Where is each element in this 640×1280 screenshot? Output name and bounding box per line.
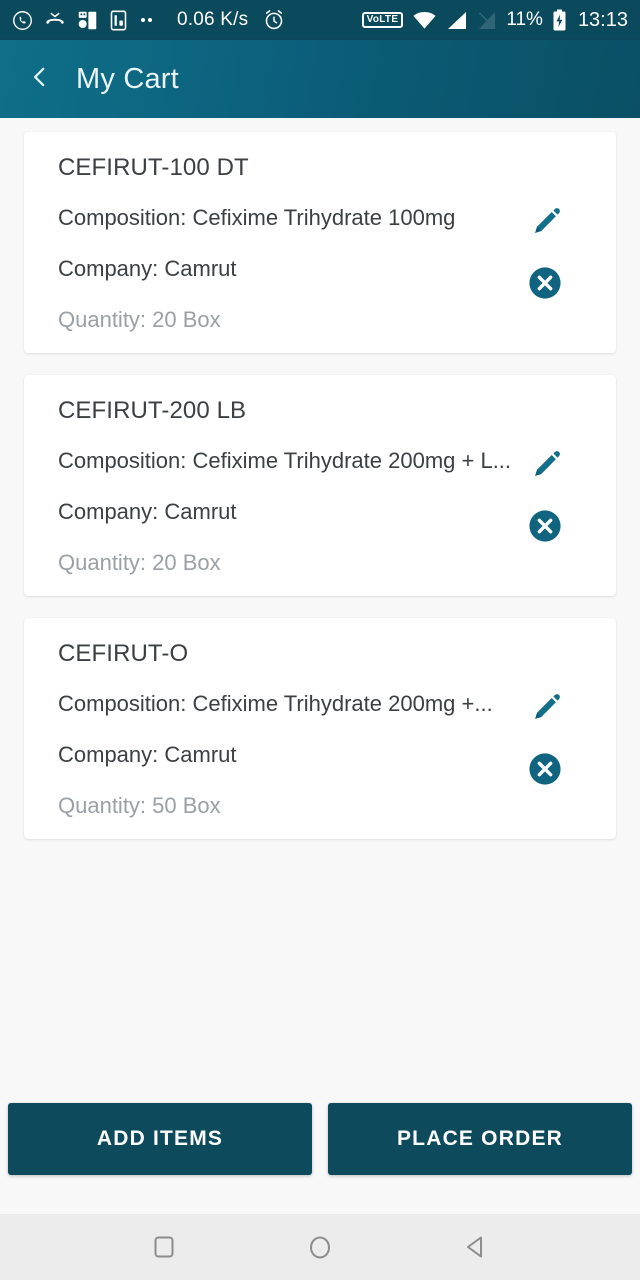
chevron-left-icon [27, 64, 53, 95]
alarm-icon [263, 9, 285, 31]
triangle-back-icon[interactable] [456, 1227, 496, 1267]
product-name: CEFIRUT-O [58, 640, 189, 667]
cart-list: CEFIRUT-100 DT Composition: Cefixime Tri… [0, 118, 640, 1118]
close-circle-icon [528, 509, 562, 548]
footer-actions: ADD ITEMS PLACE ORDER [0, 1092, 640, 1186]
product-name: CEFIRUT-100 DT [58, 154, 249, 181]
cart-item-card[interactable]: CEFIRUT-O Composition: Cefixime Trihydra… [24, 618, 616, 839]
product-composition: Composition: Cefixime Trihydrate 100mg [58, 205, 456, 230]
add-items-button[interactable]: ADD ITEMS [8, 1103, 312, 1175]
missed-call-icon [44, 9, 66, 31]
clock-time: 13:13 [577, 8, 628, 31]
delete-item-button[interactable] [526, 266, 564, 304]
cart-item-card[interactable]: CEFIRUT-200 LB Composition: Cefixime Tri… [24, 375, 616, 596]
more-dots-icon [141, 18, 152, 22]
square-icon[interactable] [144, 1227, 184, 1267]
status-bar-right-icons: VoLTE 11% 13:13 [361, 8, 628, 32]
wifi-icon [412, 10, 437, 31]
android-nav-bar [0, 1214, 640, 1280]
battery-charging-icon [552, 9, 567, 31]
signal-icon [446, 10, 468, 31]
pencil-icon [531, 204, 564, 242]
delete-item-button[interactable] [526, 509, 564, 547]
place-order-button[interactable]: PLACE ORDER [328, 1103, 632, 1175]
delete-item-button[interactable] [526, 752, 564, 790]
apps-icon [77, 10, 98, 31]
battery-percent: 11% [506, 9, 543, 30]
edit-item-button[interactable] [528, 204, 566, 242]
product-quantity: Quantity: 20 Box [58, 307, 221, 332]
network-speed: 0.06 K/s [177, 9, 249, 30]
cart-item-details: CEFIRUT-200 LB Composition: Cefixime Tri… [34, 397, 592, 576]
page-title: My Cart [76, 62, 179, 95]
product-composition: Composition: Cefixime Trihydrate 200mg +… [58, 691, 493, 716]
product-composition: Composition: Cefixime Trihydrate 200mg +… [58, 448, 512, 473]
pencil-icon [531, 690, 564, 728]
cart-item-card[interactable]: CEFIRUT-100 DT Composition: Cefixime Tri… [24, 132, 616, 353]
cart-item-details: CEFIRUT-O Composition: Cefixime Trihydra… [34, 640, 592, 819]
status-bar-left-icons: 0.06 K/s [12, 9, 285, 31]
signal-off-icon [477, 10, 497, 31]
cart-item-details: CEFIRUT-100 DT Composition: Cefixime Tri… [34, 154, 592, 333]
status-bar: 0.06 K/s VoLTE 11% 13:13 [0, 0, 640, 40]
product-quantity: Quantity: 20 Box [58, 550, 221, 575]
product-name: CEFIRUT-200 LB [58, 397, 247, 424]
pencil-icon [531, 447, 564, 485]
product-company: Company: Camrut [58, 256, 237, 281]
edit-item-button[interactable] [528, 690, 566, 728]
volte-badge: VoLTE [361, 12, 404, 28]
back-button[interactable] [18, 57, 62, 101]
circle-icon[interactable] [300, 1227, 340, 1267]
sim-card-icon [109, 10, 128, 31]
close-circle-icon [528, 752, 562, 791]
app-bar: My Cart [0, 40, 640, 118]
close-circle-icon [528, 266, 562, 305]
app-root: 0.06 K/s VoLTE 11% 13:13 My Cart CEFIRUT… [0, 0, 640, 1280]
whatsapp-icon [12, 10, 33, 31]
edit-item-button[interactable] [528, 447, 566, 485]
product-company: Company: Camrut [58, 742, 237, 767]
product-company: Company: Camrut [58, 499, 237, 524]
product-quantity: Quantity: 50 Box [58, 793, 221, 818]
